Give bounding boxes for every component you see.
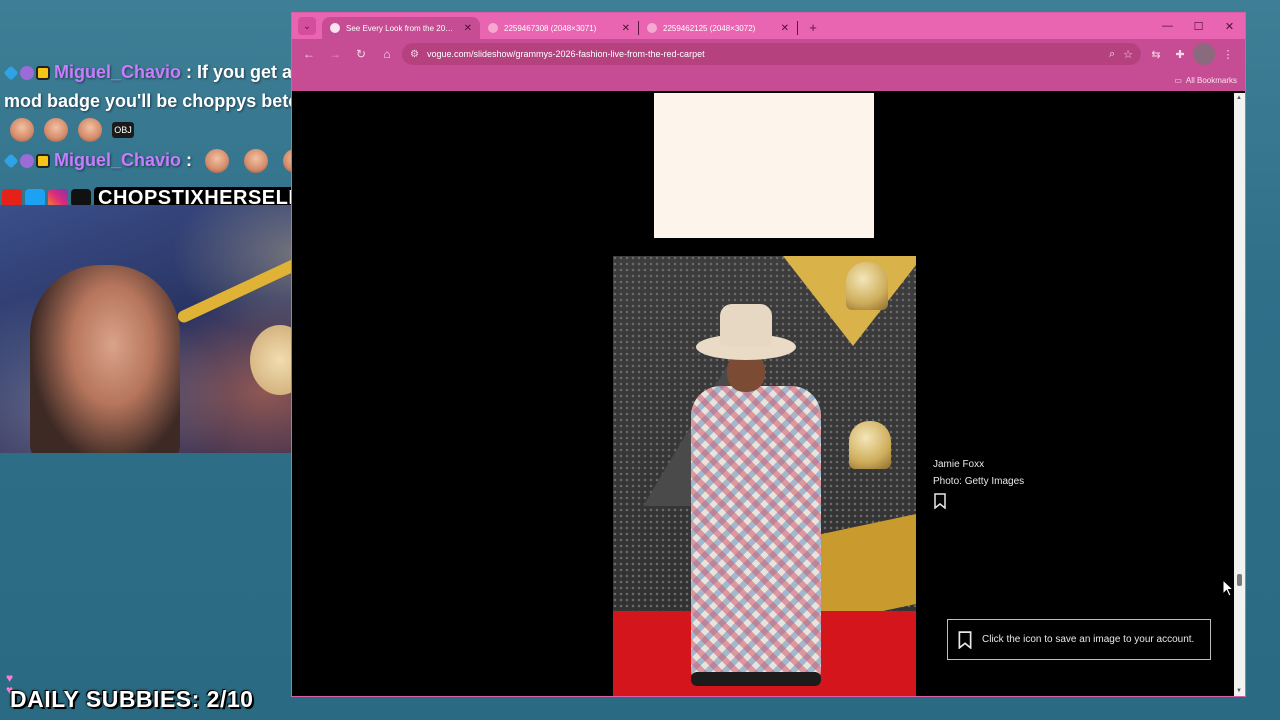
chat-username: Miguel_Chavio: [54, 150, 182, 170]
face-emote-icon: [44, 118, 68, 142]
tab-vogue[interactable]: See Every Look from the 2026 G ✕: [322, 17, 480, 39]
caption-credit: Photo: Getty Images: [933, 476, 1025, 487]
toolbar: ← → ↻ ⌂ ⚙ vogue.com/slideshow/grammys-20…: [292, 39, 1245, 69]
star-icon[interactable]: ☆: [1123, 48, 1133, 61]
grammy-trophy: [849, 421, 891, 469]
tab-search-button[interactable]: ⌄: [298, 17, 316, 35]
save-tip-text: Click the icon to save an image to your …: [982, 634, 1195, 645]
scroll-up-icon[interactable]: ▲: [1236, 95, 1242, 101]
chat-message: Miguel_Chavio :: [3, 146, 334, 175]
face-emote-icon: [205, 149, 230, 174]
mouse-cursor-icon: [1222, 579, 1234, 597]
url-text: vogue.com/slideshow/grammys-2026-fashion…: [426, 49, 705, 59]
minimize-icon[interactable]: —: [1152, 13, 1183, 39]
reload-button[interactable]: ↻: [350, 43, 372, 65]
bookmark-icon[interactable]: [934, 493, 946, 509]
cube-badge-icon: [3, 153, 19, 169]
avatar-icon: [1193, 43, 1215, 65]
tab-separator: [797, 21, 798, 35]
patterned-suit: [691, 386, 821, 681]
gem-badge-icon: [20, 66, 34, 81]
cube-badge-icon: [3, 65, 19, 81]
arrow-left-icon: ←: [303, 47, 315, 61]
close-tab-icon[interactable]: ✕: [781, 23, 789, 34]
profile-avatar[interactable]: [1193, 43, 1215, 65]
tab-image-1[interactable]: 2259467308 (2048×3071) ✕: [480, 17, 638, 39]
close-window-icon[interactable]: ✕: [1214, 13, 1245, 39]
crown-badge-icon: [36, 66, 50, 81]
home-icon: ⌂: [383, 47, 391, 61]
plus-icon: +: [809, 20, 817, 35]
scroll-down-icon[interactable]: ▼: [1236, 688, 1242, 694]
new-tab-button[interactable]: +: [804, 20, 822, 35]
arrow-right-icon: →: [329, 47, 341, 61]
chat-emotes: OBJ: [4, 116, 334, 146]
chat-text: :: [186, 150, 193, 170]
obj-emote: OBJ: [112, 122, 134, 138]
browser-window: ⌄ See Every Look from the 2026 G ✕ 22594…: [291, 12, 1246, 697]
save-tooltip: Click the icon to save an image to your …: [947, 619, 1211, 660]
face-emote-icon: [10, 118, 34, 142]
slideshow-photo[interactable]: [613, 256, 916, 696]
back-button[interactable]: ←: [298, 43, 320, 65]
ad-placeholder: [654, 93, 874, 238]
scroll-thumb[interactable]: [1237, 574, 1242, 586]
tab-label: 2259462125 (2048×3072): [663, 23, 756, 33]
address-bar[interactable]: ⚙ vogue.com/slideshow/grammys-2026-fashi…: [402, 43, 1141, 65]
bookmarks-bar: ▭ All Bookmarks: [292, 69, 1245, 91]
menu-icon[interactable]: ⋮: [1217, 43, 1239, 65]
extension-icons: ⇆ ✚ ⋮: [1145, 43, 1239, 65]
close-tab-icon[interactable]: ✕: [622, 23, 630, 34]
home-button[interactable]: ⌂: [376, 43, 398, 65]
crown-badge-icon: [36, 154, 50, 169]
chat-username: Miguel_Chavio: [54, 62, 182, 82]
face-emote-icon: [78, 118, 102, 142]
favicon-icon: [330, 23, 340, 33]
streamer-figure: [30, 265, 180, 453]
window-controls: — ☐ ✕: [1152, 13, 1245, 39]
zoom-icon[interactable]: ⌕: [1109, 48, 1115, 61]
tab-bar: ⌄ See Every Look from the 2026 G ✕ 22594…: [292, 13, 1245, 39]
sync-icon[interactable]: ⇆: [1145, 43, 1167, 65]
user-badges: [3, 65, 50, 81]
chevron-down-icon: ⌄: [302, 20, 312, 32]
page-viewport: Jamie Foxx Photo: Getty Images Click the…: [292, 93, 1235, 696]
hat-crown: [720, 304, 772, 346]
forward-button[interactable]: →: [324, 43, 346, 65]
tab-label: 2259467308 (2048×3071): [504, 23, 597, 33]
bookmark-icon: [958, 630, 972, 649]
gem-badge-icon: [20, 154, 34, 169]
folder-icon: ▭: [1174, 75, 1182, 85]
tab-label: See Every Look from the 2026 G: [346, 23, 458, 33]
close-tab-icon[interactable]: ✕: [464, 23, 472, 34]
shoes: [691, 672, 821, 686]
all-bookmarks-link[interactable]: All Bookmarks: [1186, 76, 1237, 85]
subbies-counter: DAILY SUBBIES: 2/10: [10, 686, 254, 712]
favicon-icon: [488, 23, 498, 33]
face-emote-icon: [244, 149, 269, 174]
maximize-icon[interactable]: ☐: [1183, 13, 1214, 39]
site-info-icon[interactable]: ⚙: [410, 49, 419, 60]
caption-name: Jamie Foxx: [933, 459, 985, 470]
chat-message: Miguel_Chavio : If you get a mod badge y…: [3, 58, 334, 116]
reload-icon: ↻: [355, 47, 367, 61]
photo-caption: Jamie Foxx Photo: Getty Images: [933, 456, 1024, 490]
vertical-scrollbar[interactable]: ▲ ▼: [1234, 93, 1245, 696]
stream-chat: Miguel_Chavio : If you get a mod badge y…: [3, 58, 334, 175]
grammy-trophy: [846, 262, 888, 310]
extensions-icon[interactable]: ✚: [1169, 43, 1191, 65]
tab-image-2[interactable]: 2259462125 (2048×3072) ✕: [639, 17, 797, 39]
favicon-icon: [647, 23, 657, 33]
user-badges: [3, 153, 50, 169]
